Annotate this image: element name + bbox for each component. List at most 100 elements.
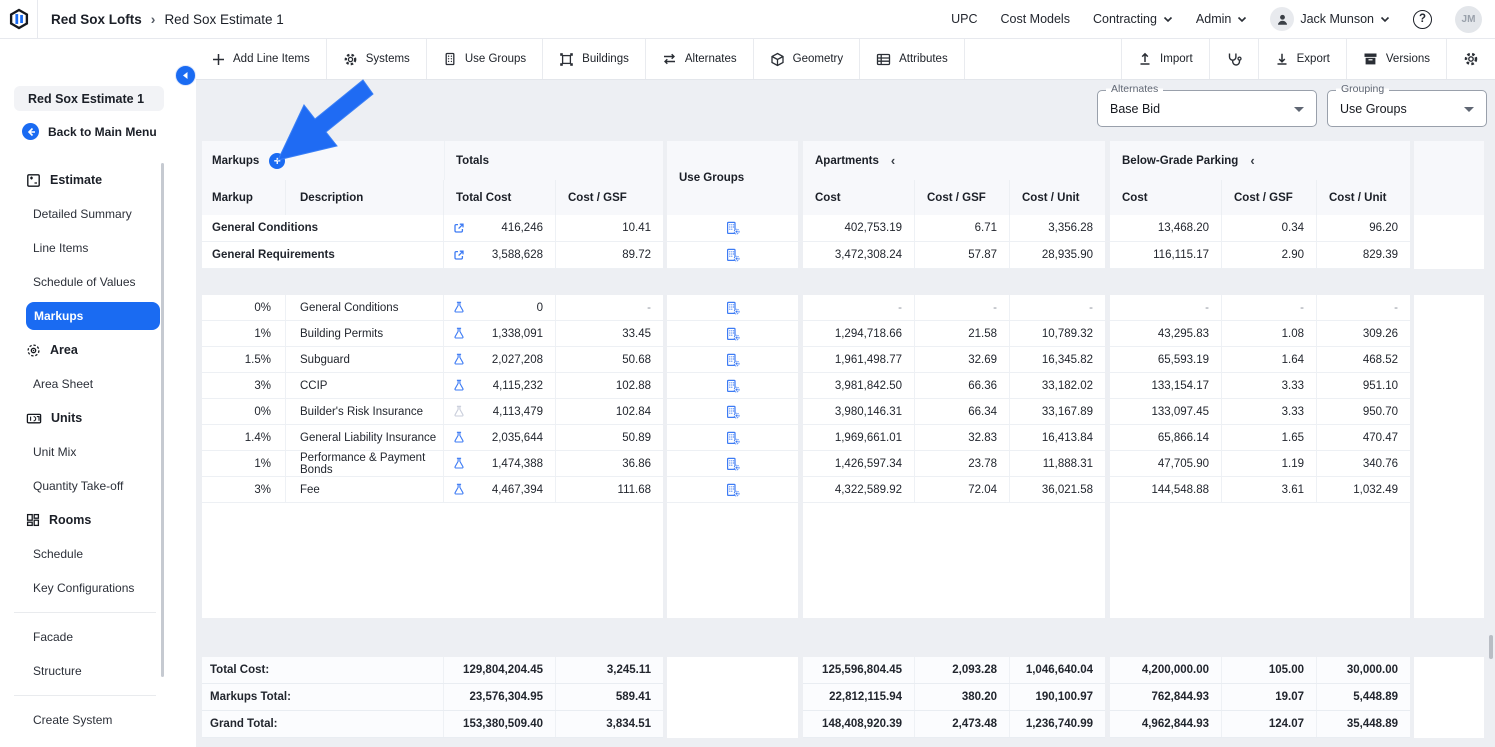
sidebar-collapse-button[interactable] bbox=[175, 65, 196, 86]
nav-upc[interactable]: UPC bbox=[951, 12, 977, 26]
use-group-building-icon[interactable] bbox=[667, 373, 798, 398]
grouping-select[interactable]: Grouping Use Groups bbox=[1327, 83, 1487, 127]
use-group-building-icon[interactable] bbox=[667, 399, 798, 424]
sidebar-item-unit-mix[interactable]: Unit Mix bbox=[0, 435, 170, 469]
apartments-cost-gsf: - bbox=[915, 295, 1010, 320]
use-group-building-icon[interactable] bbox=[667, 215, 798, 241]
sidebar-item-area-sheet[interactable]: Area Sheet bbox=[0, 367, 170, 401]
sidebar-section-area[interactable]: Area bbox=[0, 333, 170, 367]
bgp-cost-gsf: 2.90 bbox=[1222, 242, 1317, 268]
use-group-building-icon[interactable] bbox=[667, 295, 798, 320]
use-group-building-icon[interactable] bbox=[667, 425, 798, 450]
markup-percent[interactable]: 1.4% bbox=[202, 425, 286, 450]
flask-icon[interactable] bbox=[453, 405, 465, 418]
bgp-cost-unit: 950.70 bbox=[1362, 405, 1398, 418]
totals-row: Grand Total: 153,380,509.40 3,834.51 bbox=[202, 711, 663, 738]
sidebar-item-facade[interactable]: Facade bbox=[0, 620, 170, 654]
summary-bgp-rows: 13,468.20 0.34 96.20 116,115.17 2.90 829.39 bbox=[1110, 215, 1410, 269]
markup-usegroup-row bbox=[667, 425, 798, 451]
cost-gsf-value: 50.68 bbox=[622, 353, 651, 366]
use-group-building-icon[interactable] bbox=[667, 451, 798, 476]
flask-icon[interactable] bbox=[453, 457, 465, 470]
buildings-button[interactable]: Buildings bbox=[543, 39, 646, 79]
sidebar-section-units[interactable]: Units bbox=[0, 401, 170, 435]
building-icon bbox=[445, 52, 455, 66]
import-button[interactable]: Import bbox=[1121, 39, 1209, 79]
sidebar-item-key-configurations[interactable]: Key Configurations bbox=[0, 571, 170, 605]
avatar[interactable]: JM bbox=[1455, 5, 1482, 33]
alternates-select[interactable]: Alternates Base Bid bbox=[1097, 83, 1317, 127]
breadcrumb-estimate: Red Sox Estimate 1 bbox=[164, 11, 284, 27]
apartments-cost-unit: 33,167.89 bbox=[1041, 405, 1093, 418]
systems-button[interactable]: Systems bbox=[327, 39, 427, 79]
alternates-button[interactable]: Alternates bbox=[646, 39, 754, 79]
markup-row: 1.5% Subguard 2,027,208 50.68 bbox=[202, 347, 663, 373]
flask-icon[interactable] bbox=[453, 327, 465, 340]
user-menu[interactable]: Jack Munson bbox=[1270, 7, 1390, 31]
total-cost-value: 1,338,091 bbox=[491, 327, 543, 340]
geometry-label: Geometry bbox=[792, 53, 844, 65]
flask-icon[interactable] bbox=[453, 431, 465, 444]
sidebar-item-quantity-take-off[interactable]: Quantity Take-off bbox=[0, 469, 170, 503]
sidebar-item-create-system[interactable]: Create System bbox=[0, 703, 170, 737]
bgp-cost: 65,593.19 bbox=[1110, 347, 1222, 372]
units-icon bbox=[26, 412, 42, 425]
help-icon[interactable]: ? bbox=[1413, 9, 1432, 29]
sidebar-item-structure[interactable]: Structure bbox=[0, 654, 170, 688]
sidebar-item-line-items[interactable]: Line Items bbox=[0, 231, 170, 265]
audit-button[interactable] bbox=[1208, 39, 1258, 79]
nav-cost-models[interactable]: Cost Models bbox=[1000, 12, 1069, 26]
versions-button[interactable]: Versions bbox=[1345, 39, 1446, 79]
markup-percent[interactable]: 0% bbox=[202, 295, 286, 320]
totals-bgp-row: 4,200,000.00 105.00 30,000.00 bbox=[1110, 657, 1410, 684]
sidebar-scrollbar[interactable] bbox=[161, 163, 164, 677]
sidebar-section-rooms[interactable]: Rooms bbox=[0, 503, 170, 537]
flask-icon[interactable] bbox=[453, 379, 465, 392]
vertical-scrollbar[interactable] bbox=[1489, 635, 1493, 659]
external-link-icon[interactable] bbox=[453, 222, 465, 234]
flask-icon[interactable] bbox=[453, 353, 465, 366]
attributes-button[interactable]: Attributes bbox=[860, 39, 965, 79]
markup-percent[interactable]: 0% bbox=[202, 399, 286, 424]
markup-percent[interactable]: 1% bbox=[202, 451, 286, 476]
sidebar-item-markups[interactable]: Markups bbox=[26, 302, 160, 330]
markup-total-cost-cell: 0 bbox=[444, 295, 556, 320]
nav-contracting[interactable]: Contracting bbox=[1093, 12, 1173, 26]
markups-table-totals: Total Cost: 129,804,204.45 3,245.11 Markups… bbox=[202, 657, 1484, 738]
summary-row: General Conditions 416,246 10.41 bbox=[202, 215, 663, 242]
download-icon bbox=[1277, 53, 1287, 65]
add-line-items-button[interactable]: Add Line Items bbox=[196, 39, 327, 79]
markup-percent[interactable]: 1.5% bbox=[202, 347, 286, 372]
markup-percent[interactable]: 3% bbox=[202, 477, 286, 502]
settings-button[interactable] bbox=[1446, 39, 1495, 79]
summary-usegroup-row bbox=[667, 242, 798, 269]
flask-icon[interactable] bbox=[453, 301, 465, 314]
markup-percent[interactable]: 3% bbox=[202, 373, 286, 398]
collapse-apartments-icon[interactable]: ‹ bbox=[891, 153, 895, 168]
use-groups-button[interactable]: Use Groups bbox=[427, 39, 544, 79]
sidebar-section-estimate[interactable]: Estimate bbox=[0, 163, 170, 197]
bgp-group-header: Below-Grade Parking ‹ bbox=[1110, 141, 1410, 180]
apartments-cost-unit: 11,888.31 bbox=[1042, 457, 1093, 470]
use-group-building-icon[interactable] bbox=[667, 477, 798, 502]
add-markup-button[interactable]: + bbox=[269, 152, 286, 169]
sidebar-section-label: Estimate bbox=[50, 173, 103, 187]
use-group-building-icon[interactable] bbox=[667, 321, 798, 346]
collapse-bgp-icon[interactable]: ‹ bbox=[1250, 153, 1254, 168]
back-to-main-menu[interactable]: Back to Main Menu bbox=[22, 123, 157, 140]
breadcrumb-project[interactable]: Red Sox Lofts bbox=[51, 12, 142, 27]
export-button[interactable]: Export bbox=[1257, 39, 1346, 79]
use-group-building-icon[interactable] bbox=[667, 242, 798, 268]
bgp-cost-unit: 309.26 bbox=[1362, 327, 1398, 340]
markup-percent[interactable]: 1% bbox=[202, 321, 286, 346]
sidebar-item-schedule-of-values[interactable]: Schedule of Values bbox=[0, 265, 170, 299]
sidebar-item-schedule[interactable]: Schedule bbox=[0, 537, 170, 571]
external-link-icon[interactable] bbox=[453, 249, 465, 261]
apartments-cost: 1,294,718.66 bbox=[803, 321, 915, 346]
use-group-building-icon[interactable] bbox=[667, 347, 798, 372]
flask-icon[interactable] bbox=[453, 483, 465, 496]
geometry-button[interactable]: Geometry bbox=[754, 39, 861, 79]
nav-admin[interactable]: Admin bbox=[1196, 12, 1247, 26]
sidebar-item-detailed-summary[interactable]: Detailed Summary bbox=[0, 197, 170, 231]
app-logo[interactable] bbox=[0, 0, 38, 38]
